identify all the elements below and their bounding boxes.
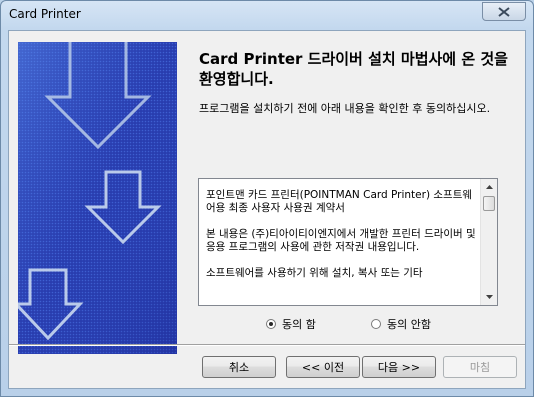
license-paragraph: 소프트웨어를 사용하기 위해 설치, 복사 또는 기타 <box>206 267 423 279</box>
disagree-radio-option[interactable]: 동의 안함 <box>371 316 431 332</box>
license-scrollbar[interactable] <box>480 179 497 305</box>
footer-separator <box>9 344 525 346</box>
finish-button[interactable]: 마침 <box>443 356 517 378</box>
close-icon <box>498 6 510 17</box>
back-button[interactable]: << 이전 <box>286 356 360 378</box>
disagree-label: 동의 안함 <box>387 318 431 331</box>
window-title: Card Printer <box>9 7 81 21</box>
wizard-body: Card Printer 드라이버 설치 마법사에 온 것을 환영합니다. 프로… <box>8 30 526 389</box>
scroll-up-arrow-icon <box>485 185 493 189</box>
close-button[interactable] <box>482 2 526 21</box>
wizard-banner-image <box>18 42 177 354</box>
agree-radio[interactable] <box>266 319 276 329</box>
intro-text: 프로그램을 설치하기 전에 아래 내용을 확인한 후 동의하십시오. <box>199 102 491 115</box>
scroll-down-button[interactable] <box>481 289 497 305</box>
next-button[interactable]: 다음 >> <box>362 356 436 378</box>
agree-radio-option[interactable]: 동의 함 <box>266 316 316 332</box>
license-textbox[interactable]: 포인트맨 카드 프린터(POINTMAN Card Printer) 소프트웨어… <box>198 178 498 306</box>
license-paragraph: 포인트맨 카드 프린터(POINTMAN Card Printer) 소프트웨어… <box>206 189 473 214</box>
disagree-radio[interactable] <box>371 319 381 329</box>
down-arrows-graphic <box>18 42 177 354</box>
license-paragraph: 본 내용은 (주)티아이티이엔지에서 개발한 프린터 드라이버 및 응용 프로그… <box>206 228 476 253</box>
cancel-button[interactable]: 취소 <box>202 356 276 378</box>
license-content: 포인트맨 카드 프린터(POINTMAN Card Printer) 소프트웨어… <box>206 189 478 293</box>
title-bar: Card Printer <box>1 1 533 31</box>
agree-label: 동의 함 <box>282 318 316 331</box>
scroll-up-button[interactable] <box>481 179 497 195</box>
welcome-heading: Card Printer 드라이버 설치 마법사에 온 것을 환영합니다. <box>199 50 508 88</box>
installer-window: Card Printer Card Printer 드라이버 설치 마법사에 온… <box>0 0 534 397</box>
scroll-down-arrow-icon <box>485 295 493 299</box>
scroll-thumb[interactable] <box>483 196 495 211</box>
